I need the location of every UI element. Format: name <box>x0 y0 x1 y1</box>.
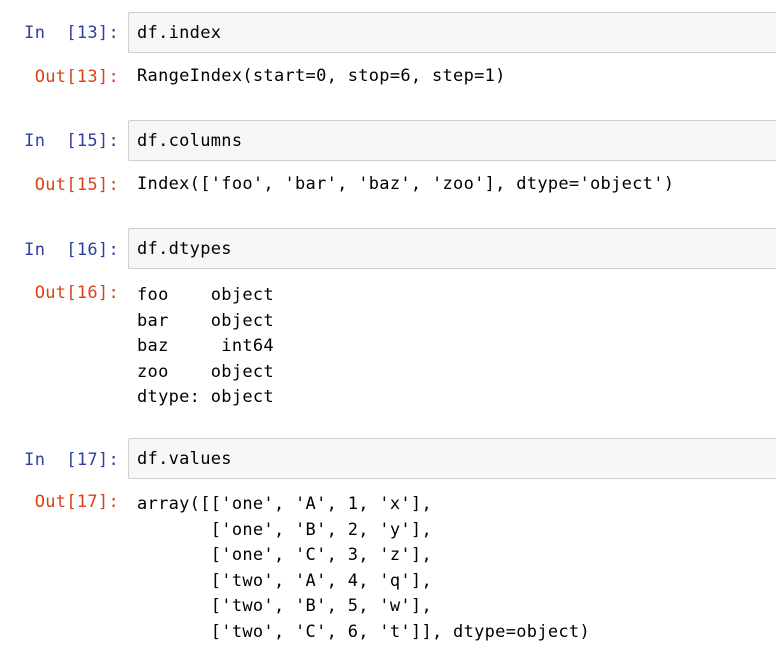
code-text: df.index <box>137 23 222 43</box>
output-text: foo object bar object baz int64 zoo obje… <box>137 285 274 407</box>
output-prompt: Out[13]: <box>34 67 119 87</box>
code-text: df.columns <box>137 131 243 151</box>
input-prompt: In [13]: <box>24 23 119 43</box>
code-text: df.values <box>137 449 232 469</box>
output-text: Index(['foo', 'bar', 'baz', 'zoo'], dtyp… <box>137 174 675 194</box>
code-input[interactable]: df.dtypes <box>128 228 776 269</box>
output-text: RangeIndex(start=0, stop=6, step=1) <box>137 66 506 86</box>
input-prompt: In [17]: <box>24 450 119 470</box>
input-prompt: In [16]: <box>24 240 119 260</box>
code-input[interactable]: df.columns <box>128 120 776 161</box>
code-input[interactable]: df.values <box>128 438 776 479</box>
output-prompt: Out[16]: <box>34 283 119 303</box>
code-input[interactable]: df.index <box>128 12 776 53</box>
input-prompt: In [15]: <box>24 131 119 151</box>
code-text: df.dtypes <box>137 239 232 259</box>
output-prompt: Out[17]: <box>34 492 119 512</box>
output-text: array([['one', 'A', 1, 'x'], ['one', 'B'… <box>137 494 590 642</box>
output-prompt: Out[15]: <box>34 175 119 195</box>
